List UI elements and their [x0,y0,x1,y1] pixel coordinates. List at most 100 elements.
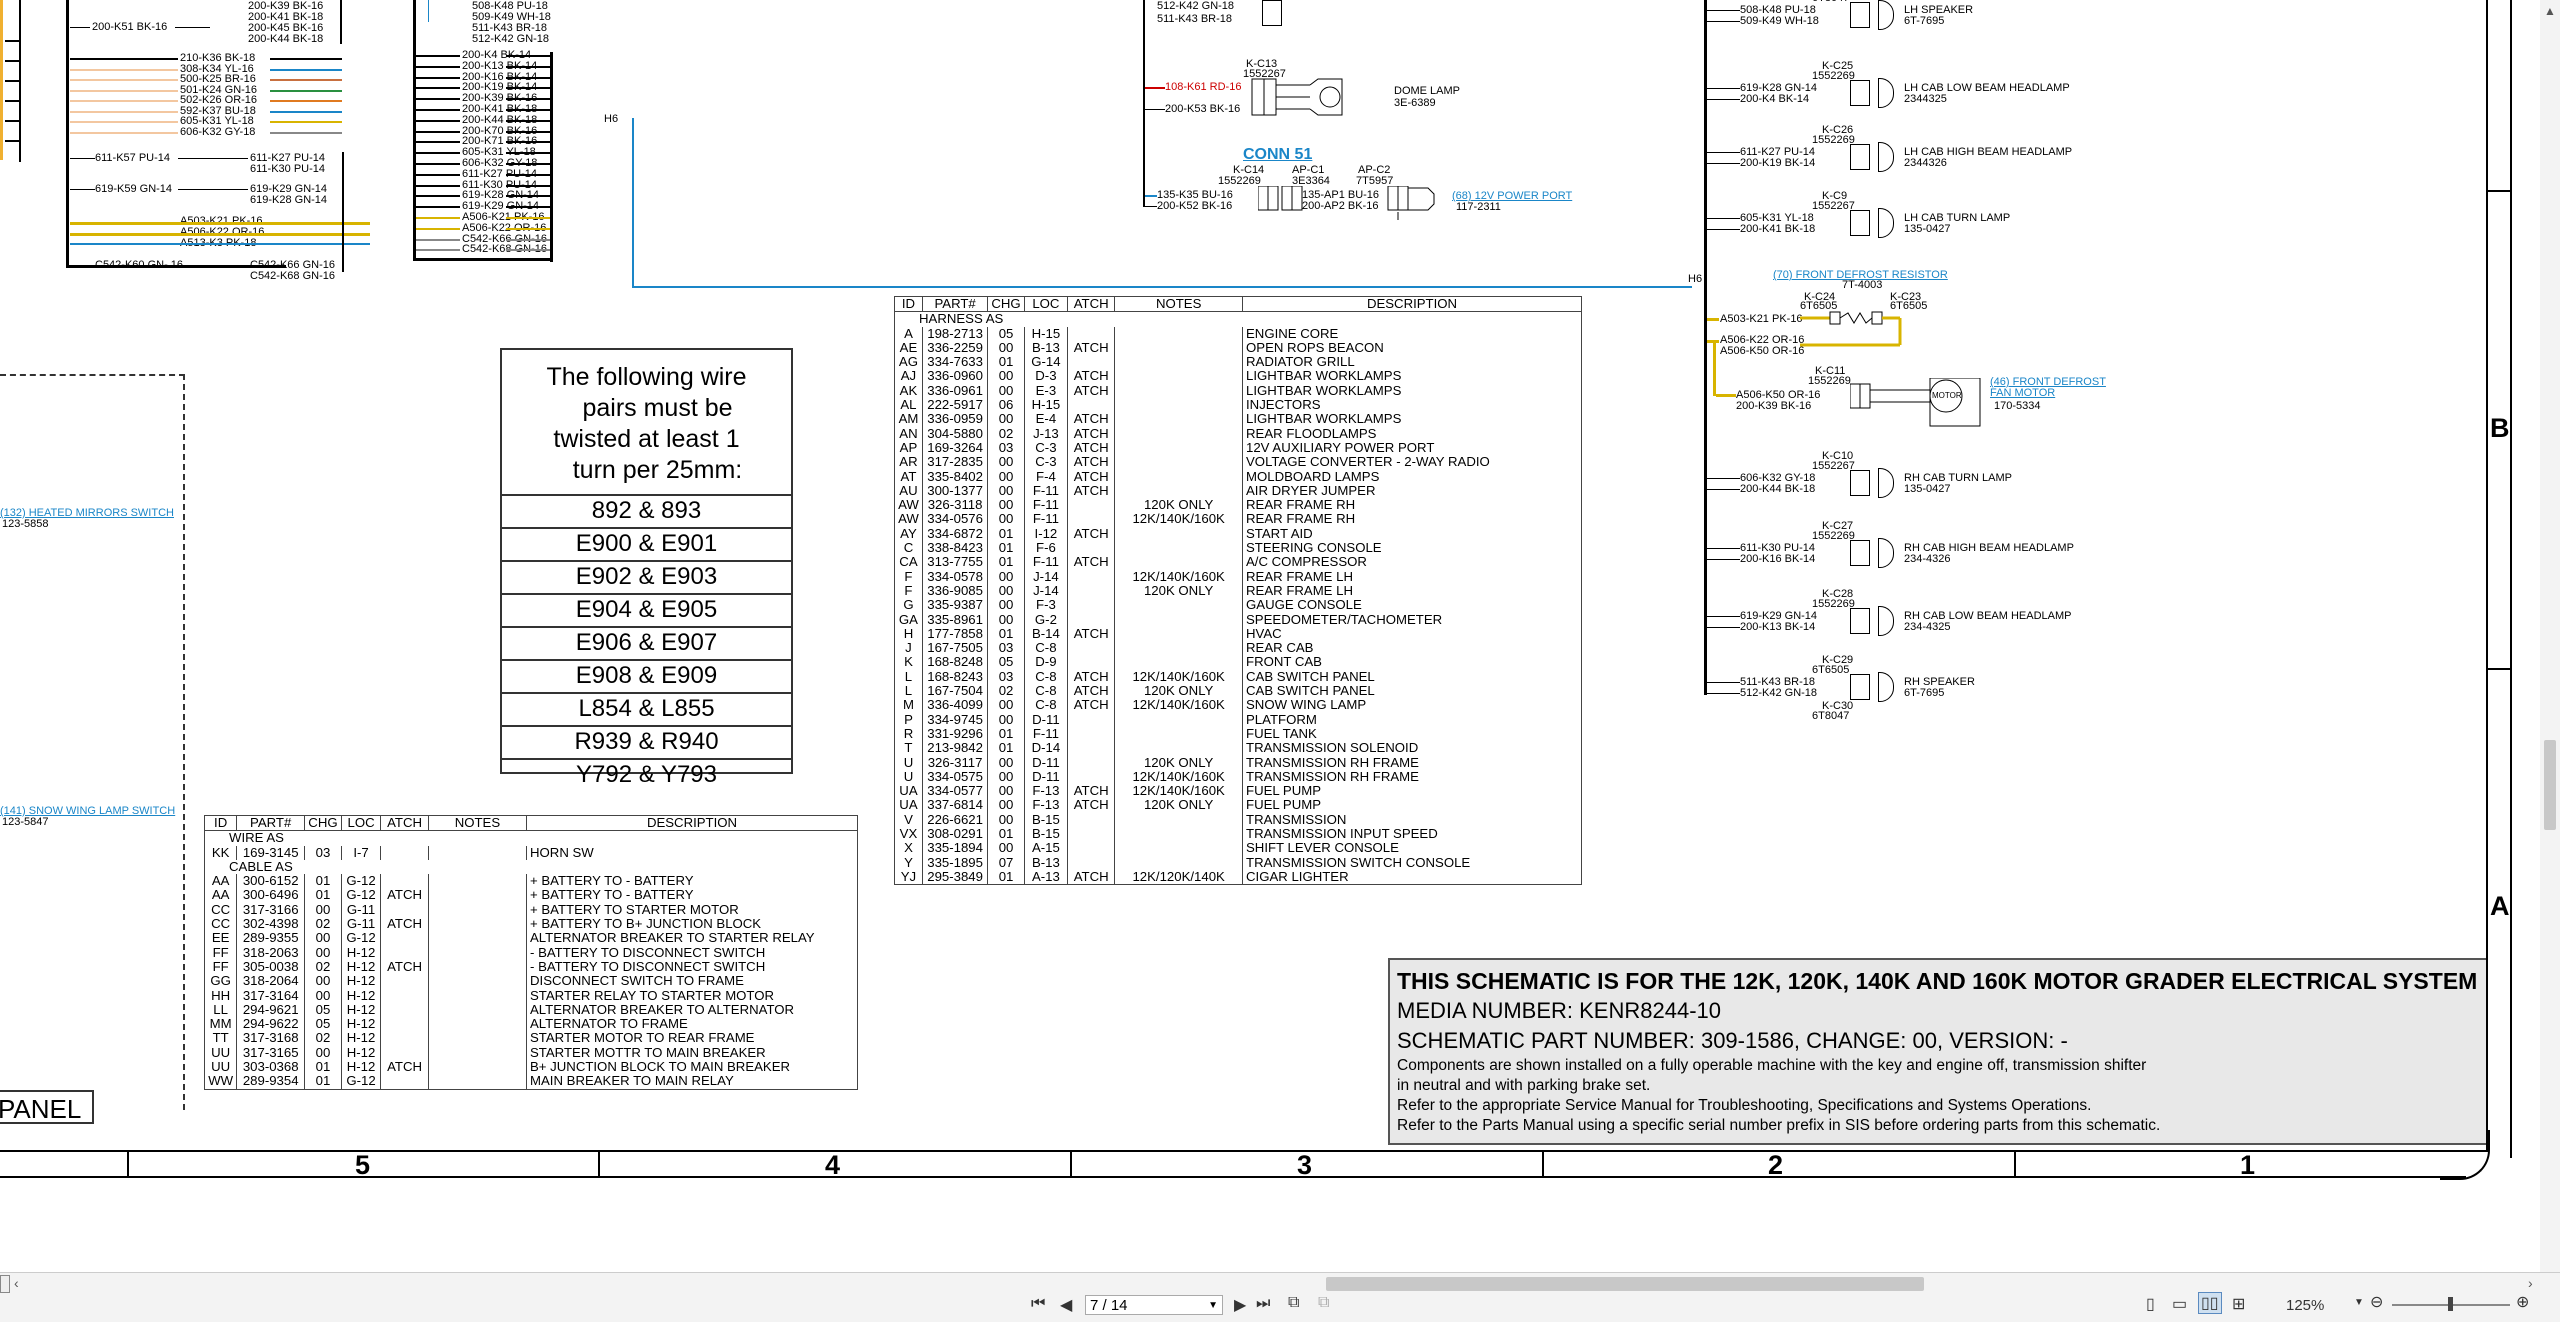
table-cell: STEERING CONSOLE [1242,540,1582,556]
table-cell: C-8 [1023,640,1069,656]
table-cell: ATCH [1067,798,1116,813]
table-cell: 00 [987,783,1025,799]
left-panel-toggle[interactable] [0,1275,10,1293]
next-page-icon[interactable]: ▶ [1234,1295,1246,1315]
vertical-scroll-thumb[interactable] [2544,740,2556,830]
rotate-view-icon[interactable]: ⊞ [2232,1294,2245,1314]
last-page-icon[interactable]: ⏭ [1256,1295,1270,1313]
table-row: GA 335-8961 00 G-2 SPEEDOMETER/TACHOMETER [894,612,1582,627]
horizontal-scroll-thumb[interactable] [1326,1277,1924,1291]
wire-line [416,249,460,252]
table-row: AM 336-0959 00 E-4 ATCH LIGHTBAR WORKLAMPS [894,412,1582,427]
table-row: U 334-0575 00 D-11 12K/140K/160K TRANSMISSION… [894,769,1582,785]
table-cell: ATCH [1067,369,1116,384]
table-cell: 334-7633 [921,354,989,370]
table-cell: 120K ONLY [1114,755,1244,770]
table-cell [1114,726,1244,742]
wire-line [416,65,460,68]
column-header: NOTES [427,814,528,832]
table-cell: REAR FRAME RH [1242,497,1582,513]
scroll-left-icon[interactable]: ‹ [14,1275,19,1291]
two-page-view-icon[interactable]: ▯▯ [2198,1292,2222,1314]
table-cell: ATCH [1067,626,1116,642]
part-number: 1552269 [1812,530,1855,542]
part-number: 1552269 [1218,175,1261,187]
column-header: DESCRIPTION [526,814,858,832]
table-cell: 00 [987,798,1025,813]
table-cell: 01 [304,888,342,903]
zoom-slider-handle[interactable] [2448,1297,2453,1311]
table-cell: A-13 [1023,869,1069,885]
wire-label: 511-K43 BR-18 [1157,13,1233,25]
page-number-input[interactable]: 7 / 14 ▼ [1085,1295,1223,1315]
zoom-out-icon[interactable]: ⊖ [2370,1292,2383,1312]
table-row: FF 318-2063 00 H-12 - BATTERY TO DISCONNECT … [203,945,858,960]
table-cell: 01 [987,826,1025,842]
table-cell: VX [894,826,923,842]
viewer-toolbar: ‹ › ⏮ ◀ 7 / 14 ▼ ▶ ⏭ ⧉ ⧉ ▯ ▭ ▯▯ ⊞ 125% ▼… [0,1272,2560,1322]
table-cell: B+ JUNCTION BLOCK TO MAIN BREAKER [526,1059,858,1075]
zoom-level[interactable]: 125% [2286,1297,2324,1314]
table-cell: 304-5880 [921,426,989,441]
table-cell: LIGHTBAR WORKLAMPS [1242,412,1582,427]
table-cell [380,931,429,946]
table-cell [380,845,429,860]
continuous-view-icon[interactable]: ▭ [2172,1294,2187,1314]
first-page-icon[interactable]: ⏮ [1031,1295,1045,1313]
table-cell: V [894,812,923,827]
table-cell [427,1045,528,1061]
table-cell [1114,483,1244,499]
column-header: DESCRIPTION [1242,295,1582,313]
table-cell: OPEN ROPS BEACON [1242,340,1582,356]
table-row: GG 318-2064 00 H-12 DISCONNECT SWITCH TO FRA… [203,973,858,989]
wire-line [1707,218,1740,219]
table-cell [1114,541,1244,556]
mid-bus-vertical [413,0,416,258]
table-cell: G [894,597,923,613]
wire-line [70,110,178,113]
split-view-icon[interactable]: ⧉ [1318,1294,1329,1312]
copy-pages-icon[interactable]: ⧉ [1288,1294,1299,1312]
wire-line [506,98,550,101]
defrost-fan-link-2[interactable]: FAN MOTOR [1990,387,2055,399]
table-cell [427,1002,528,1018]
vertical-scrollbar[interactable] [2540,0,2560,1272]
chevron-down-icon[interactable]: ▼ [1208,1296,1218,1316]
scroll-up-arrow-icon[interactable]: ▲ [2544,4,2556,18]
table-cell [380,1017,429,1032]
table-cell: 00 [987,840,1025,856]
table-cell: 00 [304,945,342,960]
table-cell: 01 [987,540,1025,556]
table-cell [1067,598,1116,613]
table-cell: HORN SW [526,845,858,860]
wire-label: 200-K39 BK-16 [1736,400,1812,412]
table-cell: D-9 [1023,655,1069,670]
previous-page-icon[interactable]: ◀ [1060,1295,1072,1315]
zoom-dropdown-icon[interactable]: ▼ [2354,1297,2364,1308]
table-cell: H-12 [340,973,382,989]
table-cell: F-4 [1023,469,1069,484]
table-cell: + BATTERY TO - BATTERY [526,888,858,903]
table-cell: 12K/140K/160K [1114,769,1244,785]
zoom-in-icon[interactable]: ⊕ [2516,1292,2529,1312]
table-row: F 336-9085 00 J-14 120K ONLY REAR FRAME LH [894,583,1582,599]
table-cell [1067,641,1116,656]
wire-line [506,109,550,111]
single-page-view-icon[interactable]: ▯ [2146,1294,2155,1314]
table-cell: 335-8402 [921,469,989,484]
table-cell: 05 [987,326,1025,341]
wire-line [506,217,550,219]
table-row: AA 300-6152 01 G-12 + BATTERY TO - BATTERY [203,873,858,889]
media-number: MEDIA NUMBER: KENR8244-10 [1397,998,1721,1023]
table-cell: AG [894,354,923,370]
table-cell: 00 [987,383,1025,399]
scroll-right-icon[interactable]: › [2528,1275,2533,1291]
table-cell: C-3 [1023,454,1069,470]
table-cell: 01 [987,726,1025,742]
table-cell: UA [894,798,923,813]
wire-line [1707,627,1740,628]
table-cell: H-12 [340,1045,382,1061]
table-cell: UA [894,783,923,799]
table-cell [1114,741,1244,756]
table-row: AW 334-0576 00 F-11 12K/140K/160K REAR FRAME … [894,512,1582,527]
